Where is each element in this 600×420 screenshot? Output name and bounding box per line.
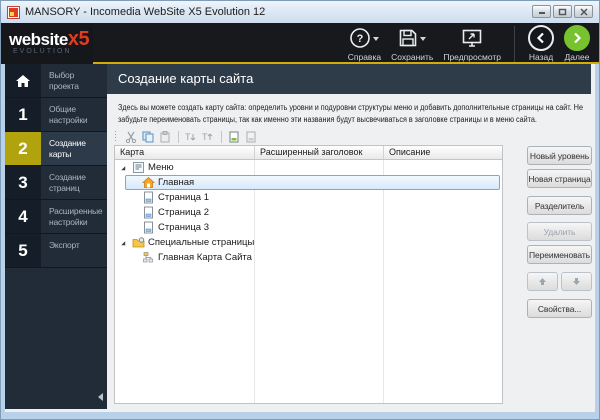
- properties-button[interactable]: Свойства...: [527, 299, 592, 318]
- tree-row-home[interactable]: Главная: [115, 175, 502, 190]
- import-page-icon: [229, 131, 238, 143]
- copy-button[interactable]: [140, 131, 155, 144]
- menu-node-icon: [133, 162, 144, 173]
- copy-icon: [142, 131, 153, 143]
- sidebar-collapse-arrow[interactable]: [98, 393, 103, 401]
- sidebar-item-step2[interactable]: 2 Создание карты: [5, 132, 107, 166]
- page-description: Здесь вы можете создать карту сайта: опр…: [118, 103, 583, 124]
- sitemap-table: Карта Расширенный заголовок Описание Мен…: [114, 145, 503, 404]
- sidebar-item-project[interactable]: Выбор проекта: [5, 64, 107, 98]
- toolbar-separator: [514, 26, 515, 63]
- action-buttons: Новый уровень Новая страница Разделитель…: [527, 145, 592, 404]
- main-panel: Создание карты сайта Здесь вы можете соз…: [107, 64, 595, 412]
- tree-row-page3[interactable]: Страница 3: [115, 220, 502, 235]
- import-page-button[interactable]: [226, 131, 241, 144]
- help-icon: ?: [350, 28, 371, 48]
- svg-text:?: ?: [357, 33, 364, 45]
- help-caret-icon: [373, 37, 380, 41]
- map-toolbar: T T: [115, 130, 260, 144]
- up-arrow-icon: [539, 278, 546, 285]
- close-button[interactable]: [574, 5, 593, 18]
- delete-button[interactable]: Удалить: [527, 222, 592, 241]
- column-header-map[interactable]: Карта: [115, 146, 255, 159]
- expand-all-icon: T: [185, 132, 196, 142]
- column-header-description[interactable]: Описание: [384, 146, 502, 159]
- table-body: Меню Главная Страница 1 Страница 2 Стран…: [115, 160, 502, 403]
- tree-row-page2[interactable]: Страница 2: [115, 205, 502, 220]
- app-header: websitex5 EVOLUTION ? Справка Сохранить …: [1, 23, 599, 64]
- sidebar-item-step1[interactable]: 1 Общие настройки: [5, 98, 107, 132]
- preview-icon: [462, 29, 482, 47]
- save-icon: [399, 29, 417, 47]
- toolbar-grip: [115, 131, 118, 143]
- column-header-extended-title[interactable]: Расширенный заголовок: [255, 146, 384, 159]
- brand-x5: x5: [67, 28, 90, 50]
- steps-sidebar: Выбор проекта 1 Общие настройки 2 Создан…: [5, 64, 107, 409]
- table-header: Карта Расширенный заголовок Описание: [115, 146, 502, 160]
- next-icon: [574, 32, 582, 44]
- svg-text:T: T: [185, 132, 191, 142]
- window-title: MANSORY - Incomedia WebSite X5 Evolution…: [25, 6, 266, 18]
- tree-row-sitemap[interactable]: Главная Карта Сайта: [115, 250, 502, 265]
- svg-text:T: T: [202, 132, 208, 142]
- paste-button[interactable]: [157, 131, 172, 144]
- tree-row-menu[interactable]: Меню: [115, 160, 502, 175]
- expander-icon[interactable]: [119, 164, 127, 172]
- save-caret-icon: [420, 37, 427, 41]
- special-pages-icon: [132, 237, 145, 248]
- page-icon: [144, 191, 153, 204]
- sidebar-item-step4[interactable]: 4 Расширенные настройки: [5, 200, 107, 234]
- help-button[interactable]: ? Справка: [343, 25, 386, 62]
- back-button[interactable]: Назад: [523, 25, 559, 62]
- home-icon: [16, 74, 30, 87]
- save-button[interactable]: Сохранить: [386, 25, 438, 62]
- next-button[interactable]: Далее: [559, 25, 595, 62]
- sidebar-item-step5[interactable]: 5 Экспорт: [5, 234, 107, 268]
- back-icon: [536, 32, 544, 44]
- tree-row-special-pages[interactable]: Специальные страницы: [115, 235, 502, 250]
- page-title: Создание карты сайта: [107, 64, 591, 94]
- new-level-button[interactable]: Новый уровень: [527, 146, 592, 165]
- app-window: MANSORY - Incomedia WebSite X5 Evolution…: [0, 0, 600, 420]
- brand-logo: websitex5 EVOLUTION: [1, 23, 93, 64]
- collapse-all-button[interactable]: T: [200, 131, 215, 144]
- cut-button[interactable]: [123, 131, 138, 144]
- app-icon: [7, 5, 20, 19]
- export-page-button[interactable]: [243, 131, 258, 144]
- sidebar-item-step3[interactable]: 3 Создание страниц: [5, 166, 107, 200]
- down-arrow-icon: [573, 278, 580, 285]
- move-down-button[interactable]: [561, 272, 592, 291]
- minimize-button[interactable]: [532, 5, 551, 18]
- maximize-button[interactable]: [553, 5, 572, 18]
- sitemap-page-icon: [143, 252, 153, 263]
- page-icon: [144, 221, 153, 234]
- home-page-icon: [142, 176, 155, 188]
- cut-icon: [125, 131, 136, 143]
- expander-icon[interactable]: [119, 239, 127, 247]
- move-up-button[interactable]: [527, 272, 558, 291]
- paste-icon: [160, 131, 169, 143]
- export-page-icon: [246, 131, 255, 143]
- new-page-button[interactable]: Новая страница: [527, 169, 592, 188]
- page-icon: [144, 206, 153, 219]
- preview-button[interactable]: Предпросмотр: [438, 25, 506, 62]
- brand-website: website: [9, 30, 68, 49]
- titlebar: MANSORY - Incomedia WebSite X5 Evolution…: [1, 1, 599, 23]
- separator-button[interactable]: Разделитель: [527, 196, 592, 215]
- expand-all-button[interactable]: T: [183, 131, 198, 144]
- tree-row-page1[interactable]: Страница 1: [115, 190, 502, 205]
- collapse-all-icon: T: [202, 132, 213, 142]
- rename-button[interactable]: Переименовать: [527, 245, 592, 264]
